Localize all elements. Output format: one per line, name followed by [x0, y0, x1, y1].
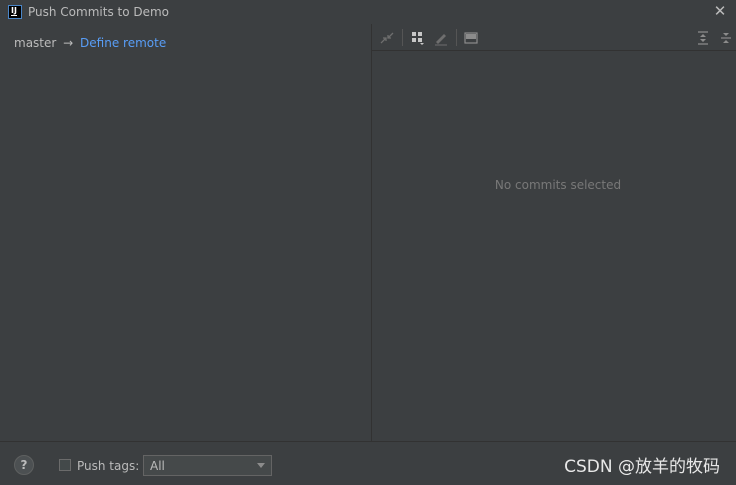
group-by-icon[interactable] — [410, 30, 426, 46]
expand-all-icon[interactable] — [695, 30, 711, 46]
bottom-bar: ? Push tags: All CSDN @放羊的牧码 — [0, 441, 736, 485]
push-tags-label: Push tags: — [77, 459, 140, 473]
branch-name: master — [14, 36, 57, 50]
chevron-down-icon — [257, 463, 265, 468]
help-button[interactable]: ? — [14, 455, 34, 475]
define-remote-link[interactable]: Define remote — [80, 36, 166, 50]
details-toolbar — [372, 24, 736, 51]
push-tags-select[interactable]: All — [143, 455, 272, 476]
window-title: Push Commits to Demo — [28, 5, 170, 19]
toolbar-separator — [402, 29, 403, 46]
title-bar: IJ Push Commits to Demo ✕ — [0, 0, 736, 24]
close-icon[interactable]: ✕ — [712, 3, 728, 19]
branch-tree-panel: master → Define remote — [0, 24, 372, 441]
preview-diff-icon[interactable] — [463, 30, 479, 46]
push-tags-checkbox[interactable] — [59, 459, 71, 471]
edit-source-icon[interactable] — [433, 30, 449, 46]
arrow-right-icon: → — [63, 36, 74, 50]
commit-details-panel: No commits selected — [372, 24, 736, 441]
collapse-all-icon[interactable] — [718, 30, 734, 46]
branch-row: master → Define remote — [14, 36, 166, 50]
collapse-arrows-icon[interactable] — [379, 30, 395, 46]
empty-state-message: No commits selected — [494, 178, 622, 192]
intellij-logo-icon: IJ — [8, 5, 22, 19]
watermark: CSDN @放羊的牧码 — [564, 457, 720, 477]
push-tags-value: All — [150, 459, 165, 473]
toolbar-separator — [456, 29, 457, 46]
